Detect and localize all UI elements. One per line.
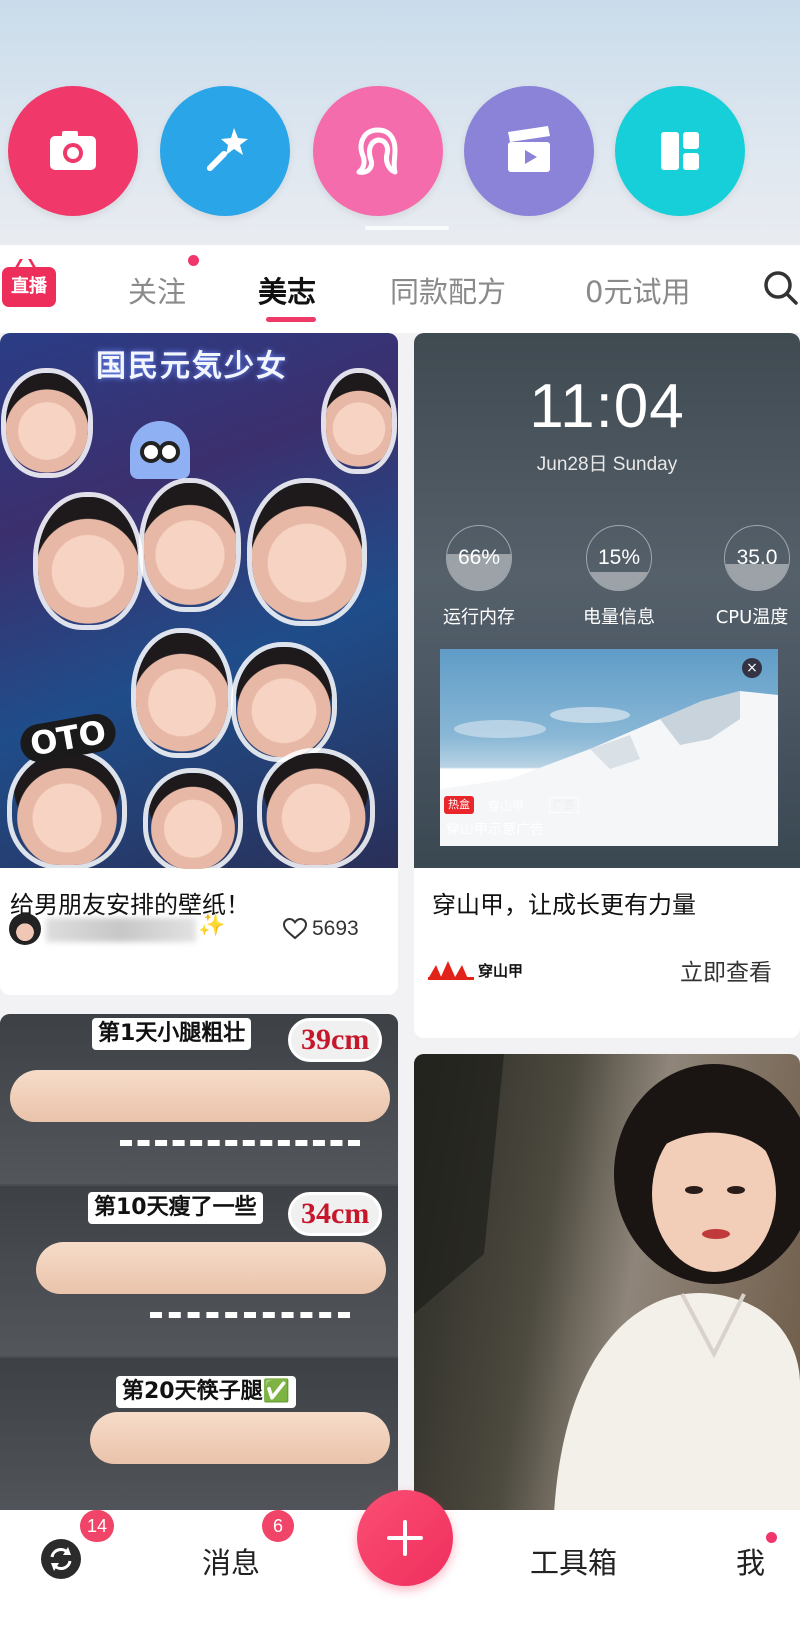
- gauge-fill: [587, 572, 651, 590]
- mountain-illustration: [440, 691, 778, 846]
- refresh-icon[interactable]: [40, 1538, 82, 1580]
- like-count: 5693: [312, 917, 359, 940]
- live-button[interactable]: 直播: [2, 267, 56, 307]
- like-button[interactable]: 5693: [282, 913, 359, 945]
- ghost-sticker: [130, 421, 190, 479]
- ad-brand-small: 穿山甲: [488, 799, 525, 813]
- panel-grab-handle[interactable]: [365, 226, 449, 230]
- card-cover-portrait: [414, 1054, 800, 1514]
- tab-bar: 直播 关注 美志 同款配方 0元试用: [0, 245, 800, 333]
- gauge-label: CPU温度: [715, 607, 789, 628]
- gauge-label: 电量信息: [583, 607, 655, 628]
- tab-same-recipe[interactable]: 同款配方: [390, 269, 506, 311]
- video-button[interactable]: [464, 86, 594, 216]
- card-title: 穿山甲，让成长更有力量: [432, 891, 696, 919]
- magic-wand-button[interactable]: [160, 86, 290, 216]
- camera-icon: [50, 131, 96, 170]
- dashed-outline: [120, 1140, 360, 1146]
- gauge-value: 66%: [457, 546, 501, 569]
- author-avatar[interactable]: [9, 913, 41, 945]
- gauge-label: 运行内存: [443, 607, 515, 628]
- collage-face: [262, 753, 370, 865]
- camera-button[interactable]: [8, 86, 138, 216]
- quick-actions-panel: [0, 0, 800, 245]
- collage-face: [6, 373, 88, 473]
- system-bottom-area: [0, 1618, 800, 1645]
- day-label: 第20天筷子腿✅: [116, 1376, 297, 1408]
- hot-badge: 热盒: [444, 796, 474, 814]
- feed-card-portrait[interactable]: [414, 1054, 800, 1514]
- author-name-blurred[interactable]: [46, 918, 196, 942]
- following-notification-dot: [188, 255, 199, 266]
- card-cover-collage: 国民元気少女 OTO: [0, 333, 398, 869]
- ad-clock-date: Jun28日 Sunday: [536, 454, 678, 475]
- collage-title: 国民元気少女: [96, 349, 288, 384]
- collage-face: [136, 633, 228, 753]
- nav-toolbox[interactable]: 工具箱: [530, 1540, 617, 1582]
- view-now-button[interactable]: 立即查看: [680, 953, 772, 987]
- pangle-logo-icon: [428, 961, 474, 980]
- day-label: 第1天小腿粗壮: [92, 1018, 252, 1050]
- hair-button[interactable]: [313, 86, 443, 216]
- clapperboard-icon: [508, 126, 550, 172]
- collage-face: [326, 373, 392, 469]
- ad-preview-mountain: [440, 649, 778, 846]
- day-label: 第10天瘦了一些: [88, 1192, 263, 1224]
- leg-shape: [10, 1070, 390, 1122]
- collage-layout-icon: [661, 132, 699, 170]
- tab-free-trial[interactable]: 0元试用: [585, 269, 690, 311]
- ad-caption: 穿山甲示意广告: [446, 822, 544, 838]
- layout-button[interactable]: [615, 86, 745, 216]
- quick-actions-row: [0, 86, 800, 216]
- search-icon[interactable]: [760, 267, 800, 307]
- feed-card-legs[interactable]: 第1天小腿粗壮 39cm 第10天瘦了一些 34cm 第20天筷子腿✅: [0, 1014, 398, 1514]
- heart-icon: [282, 917, 308, 940]
- magic-wand-icon: [206, 128, 248, 172]
- card-cover-legs: 第1天小腿粗壮 39cm 第10天瘦了一些 34cm 第20天筷子腿✅: [0, 1014, 398, 1514]
- ad-cover-image: 11:04 Jun28日 Sunday 66% 运行内存 15% 电量信息 35…: [414, 333, 800, 868]
- cpu-temp-gauge: 35.0: [724, 525, 790, 591]
- nav-me[interactable]: 我: [736, 1540, 765, 1582]
- ad-tag: 广告: [549, 797, 579, 813]
- gauge-value: 15%: [597, 546, 641, 569]
- leg-shape: [36, 1242, 386, 1294]
- collage-face: [38, 497, 138, 625]
- gauge-value: 35.0: [736, 546, 778, 569]
- messages-badge: 6: [262, 1510, 294, 1542]
- feed-card-wallpaper[interactable]: 国民元気少女 OTO 给男朋友安排的壁纸！ ✨ 5693: [0, 333, 398, 995]
- ad-clock-time: 11:04: [529, 372, 685, 441]
- me-notification-dot: [766, 1532, 777, 1543]
- tab-following[interactable]: 关注: [128, 269, 186, 311]
- measure-label: 34cm: [288, 1192, 383, 1236]
- portrait-illustration: [414, 1054, 800, 1514]
- tab-meizhi[interactable]: 美志: [258, 269, 316, 311]
- collage-face: [148, 773, 238, 869]
- close-ad-icon[interactable]: ×: [742, 658, 762, 678]
- collage-face: [144, 483, 236, 607]
- leg-shape: [90, 1412, 390, 1464]
- sparkle-icon: ✨: [198, 913, 226, 938]
- oto-sticker: OTO: [17, 710, 119, 766]
- create-post-button[interactable]: [357, 1490, 453, 1586]
- collage-face: [252, 483, 362, 621]
- nav-messages[interactable]: 消息: [202, 1540, 260, 1582]
- refresh-badge: 14: [80, 1510, 115, 1542]
- ad-brand-name: 穿山甲: [478, 962, 524, 980]
- active-tab-indicator: [266, 317, 316, 322]
- dashed-outline: [150, 1312, 350, 1318]
- battery-gauge: 15%: [586, 525, 652, 591]
- feed-card-ad[interactable]: 11:04 Jun28日 Sunday 66% 运行内存 15% 电量信息 35…: [414, 333, 800, 1038]
- collage-face: [236, 647, 332, 757]
- hair-icon: [356, 127, 398, 175]
- memory-gauge: 66%: [446, 525, 512, 591]
- collage-face: [12, 753, 122, 865]
- measure-label: 39cm: [288, 1018, 383, 1062]
